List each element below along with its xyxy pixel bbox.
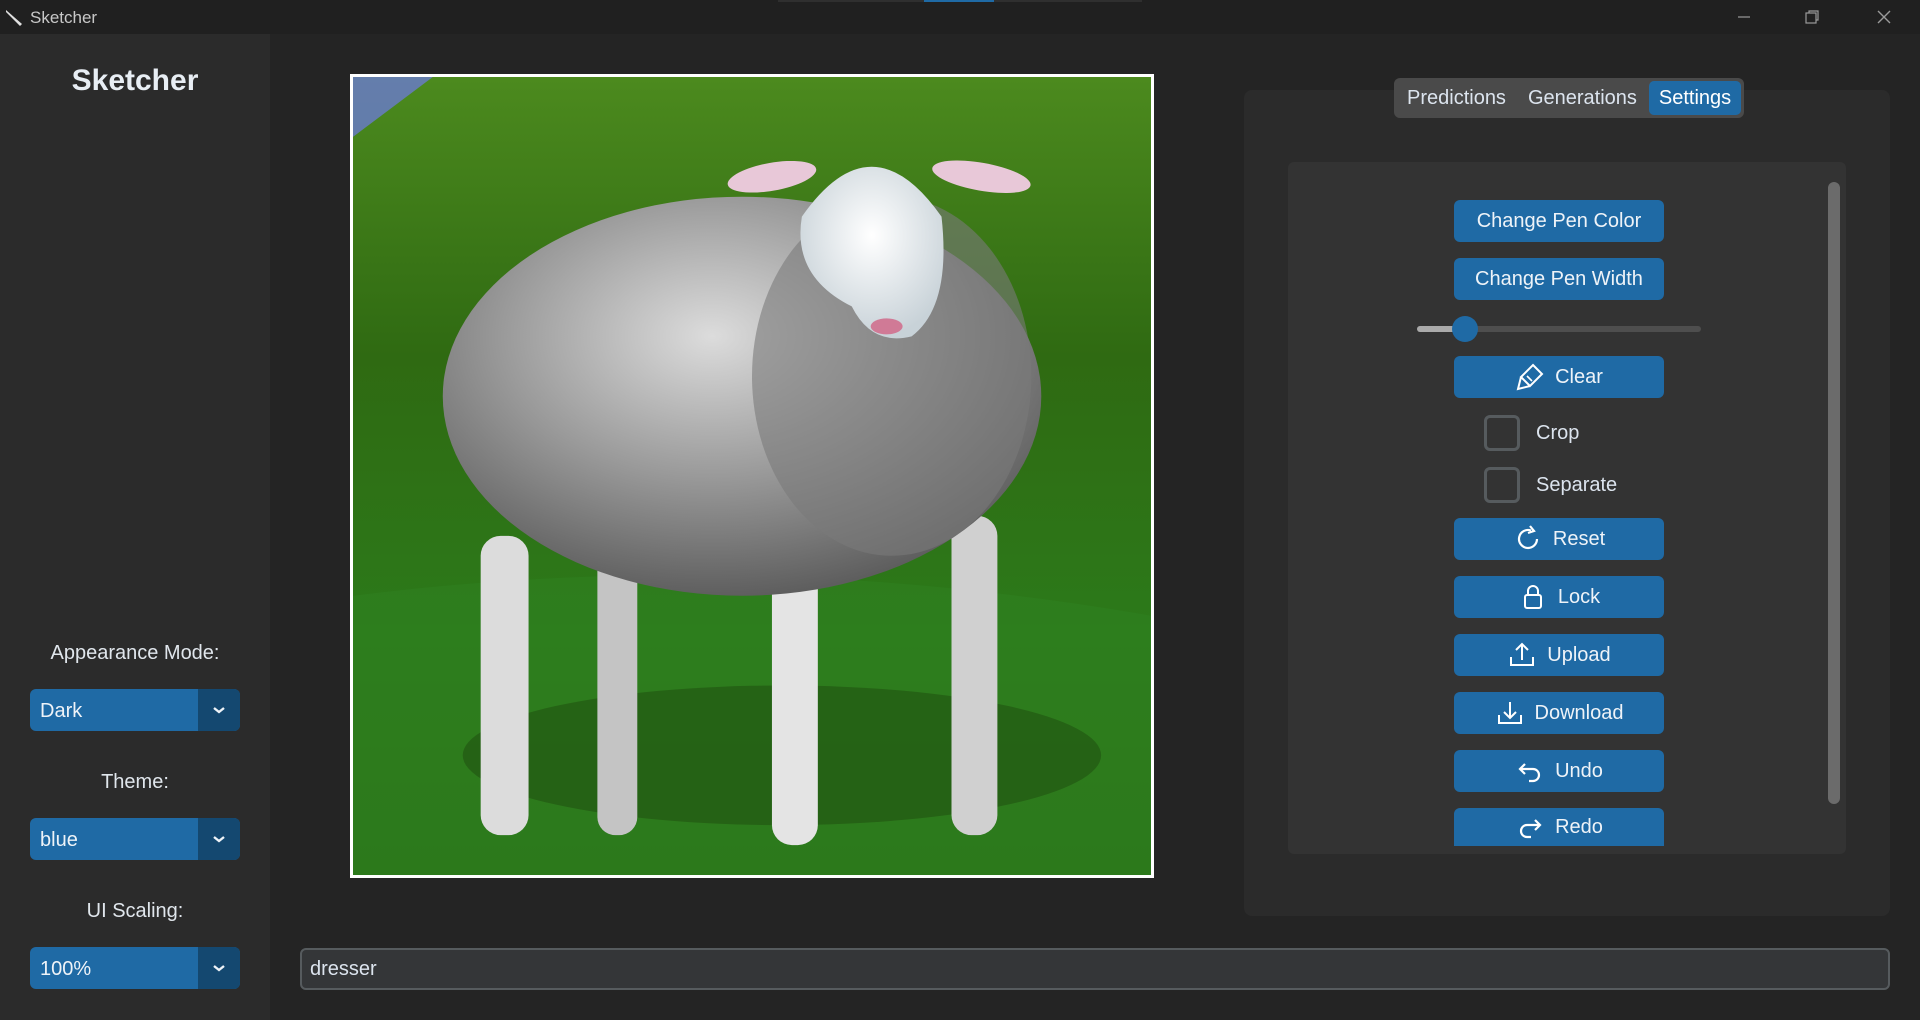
redo-icon — [1520, 819, 1542, 839]
change-pen-width-label: Change Pen Width — [1475, 267, 1643, 290]
dropdown-arrow[interactable] — [198, 818, 240, 860]
chevron-down-icon — [213, 965, 225, 972]
sidebar-title: Sketcher — [71, 64, 199, 97]
change-pen-color-label: Change Pen Color — [1476, 209, 1642, 232]
theme-label: Theme: — [101, 771, 169, 793]
crop-checkbox-box[interactable] — [1484, 415, 1520, 451]
change-pen-width-button[interactable]: Change Pen Width — [1454, 258, 1664, 300]
undo-label: Undo — [1555, 759, 1603, 782]
prompt-input[interactable] — [300, 948, 1890, 990]
appearance-mode-dropdown[interactable]: Dark — [30, 689, 240, 731]
lock-icon — [1523, 585, 1542, 609]
chevron-down-icon — [213, 707, 225, 714]
eraser-brush-icon — [1516, 363, 1544, 391]
minimize-button[interactable] — [1710, 0, 1778, 34]
close-icon — [1877, 10, 1891, 24]
restore-icon — [1805, 10, 1819, 24]
separate-checkbox-box[interactable] — [1484, 467, 1520, 503]
redo-label: Redo — [1555, 815, 1603, 838]
redo-button[interactable]: Redo — [1454, 808, 1664, 846]
app-pen-icon — [6, 10, 22, 26]
restore-button[interactable] — [1778, 0, 1846, 34]
chevron-down-icon — [213, 836, 225, 843]
tab-generations[interactable]: Generations — [1518, 81, 1647, 115]
theme-value: blue — [40, 829, 78, 851]
generated-sheep-image — [353, 77, 1151, 875]
sidebar: Sketcher Appearance Mode: Dark Theme: bl… — [0, 34, 270, 1020]
close-button[interactable] — [1850, 0, 1918, 34]
separate-label: Separate — [1536, 473, 1618, 496]
clear-label: Clear — [1555, 365, 1603, 388]
download-icon — [1497, 702, 1522, 724]
title-bar: Sketcher — [0, 0, 1920, 34]
undo-button[interactable]: Undo — [1454, 750, 1664, 792]
appearance-mode-value: Dark — [40, 700, 83, 722]
change-pen-color-button[interactable]: Change Pen Color — [1454, 200, 1664, 242]
undo-icon — [1518, 763, 1541, 783]
ui-scaling-value: 100% — [40, 958, 92, 980]
ui-scaling-dropdown[interactable]: 100% — [30, 947, 240, 989]
reset-icon — [1517, 525, 1538, 550]
window-title: Sketcher — [30, 8, 98, 27]
upload-icon — [1510, 642, 1535, 666]
settings-scrollbar[interactable] — [1828, 182, 1840, 804]
lock-label: Lock — [1557, 585, 1601, 608]
taskbar-indicator — [778, 0, 1142, 2]
dropdown-arrow[interactable] — [198, 947, 240, 989]
crop-checkbox[interactable]: Crop — [1484, 414, 1579, 452]
appearance-mode-label: Appearance Mode: — [50, 642, 220, 664]
download-label: Download — [1534, 701, 1624, 724]
ui-scaling-label: UI Scaling: — [86, 900, 184, 922]
reset-button[interactable]: Reset — [1454, 518, 1664, 560]
separate-checkbox[interactable]: Separate — [1484, 466, 1617, 504]
tab-settings[interactable]: Settings — [1648, 81, 1742, 115]
tab-bar: Predictions Generations Settings — [1394, 78, 1745, 118]
reset-label: Reset — [1552, 527, 1606, 550]
upload-button[interactable]: Upload — [1454, 634, 1664, 676]
download-button[interactable]: Download — [1454, 692, 1664, 734]
minimize-icon — [1738, 16, 1750, 18]
theme-dropdown[interactable]: blue — [30, 818, 240, 860]
lock-button[interactable]: Lock — [1454, 576, 1664, 618]
dropdown-arrow[interactable] — [198, 689, 240, 731]
drawing-canvas[interactable] — [350, 74, 1154, 878]
crop-label: Crop — [1536, 421, 1580, 444]
upload-label: Upload — [1547, 643, 1611, 666]
clear-button[interactable]: Clear — [1454, 356, 1664, 398]
tab-predictions[interactable]: Predictions — [1397, 81, 1516, 115]
